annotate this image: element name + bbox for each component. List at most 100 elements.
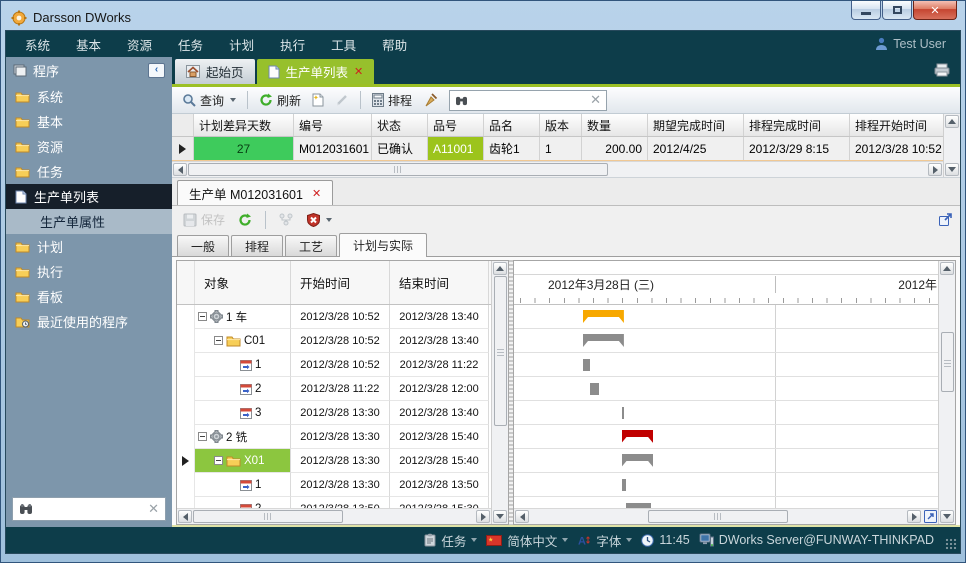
tree-row-5[interactable]: 2 铣2012/3/28 13:302012/3/28 15:40 (177, 425, 491, 449)
detail-toolbar-refresh-button[interactable] (234, 211, 256, 229)
expander-collapse-icon[interactable] (214, 336, 223, 345)
subtab-1[interactable]: 排程 (231, 235, 283, 256)
expander-collapse-icon[interactable] (198, 312, 207, 321)
grid-column-header-4[interactable]: 品名 (484, 114, 540, 136)
tree-object-cell[interactable]: 1 车 (195, 305, 291, 329)
expander-collapse-icon[interactable] (214, 456, 223, 465)
scroll-right-button[interactable] (907, 510, 921, 523)
grid-cell-5[interactable]: 1 (540, 137, 582, 160)
tab-0[interactable]: 起始页 (175, 59, 255, 84)
tree-row-7[interactable]: 12012/3/28 13:302012/3/28 13:50 (177, 473, 491, 497)
scroll-down-button[interactable] (945, 163, 959, 176)
detail-toolbar-branch-button[interactable] (275, 211, 298, 228)
tab-close-icon[interactable]: ✕ (354, 65, 363, 78)
grid-cell-1[interactable]: M012031601 (294, 137, 372, 160)
menu-item-4[interactable]: 计划 (216, 35, 267, 54)
grid-column-header-9[interactable]: 排程开始时间 (850, 114, 943, 136)
grid-cell-9[interactable]: 2012/3/28 10:52 (850, 137, 943, 160)
popout-icon[interactable] (938, 212, 953, 227)
tree-object-cell[interactable]: X01 (195, 449, 291, 473)
status-item-server[interactable]: DWorks Server@FUNWAY-THINKPAD (699, 533, 934, 547)
grid-cell-6[interactable]: 200.00 (582, 137, 648, 160)
close-button[interactable]: ✕ (913, 1, 957, 20)
toolbar-刷新-button[interactable]: 刷新 (255, 90, 305, 111)
tree-row-0[interactable]: 1 车2012/3/28 10:522012/3/28 13:40 (177, 305, 491, 329)
gantt-bar-2[interactable] (583, 359, 590, 371)
sidebar-collapse-button[interactable]: ‹ (148, 63, 165, 78)
tree-row-2[interactable]: 12012/3/28 10:522012/3/28 11:22 (177, 353, 491, 377)
menu-item-6[interactable]: 工具 (318, 35, 369, 54)
scroll-right-button[interactable] (476, 510, 490, 523)
expander-collapse-icon[interactable] (198, 432, 207, 441)
toolbar-new-doc-button[interactable]: ✦ (308, 91, 328, 109)
grid-column-header-8[interactable]: 排程完成时间 (744, 114, 850, 136)
sidebar-item-5[interactable]: 生产单属性 (6, 209, 172, 234)
scroll-thumb[interactable] (941, 332, 954, 392)
grid-column-header-0[interactable]: 计划差异天数 (194, 114, 294, 136)
status-item-flag[interactable]: ★简体中文 (486, 531, 568, 550)
detail-doc-tab[interactable]: 生产单 M012031601 ✕ (177, 180, 333, 205)
scroll-up-button[interactable] (493, 262, 507, 275)
grid-column-header-5[interactable]: 版本 (540, 114, 582, 136)
user-box[interactable]: Test User (875, 37, 954, 51)
gantt-bar-3[interactable] (590, 383, 599, 395)
sidebar-item-6[interactable]: 计划 (6, 234, 172, 259)
subtab-0[interactable]: 一般 (177, 235, 229, 256)
tree-column-header-2[interactable]: 结束时间 (390, 261, 489, 304)
grid-cell-7[interactable]: 2012/4/25 (648, 137, 744, 160)
status-item-clipboard[interactable]: 任务 (424, 531, 477, 550)
scroll-left-button[interactable] (515, 510, 529, 523)
gantt-popout-icon[interactable] (924, 510, 937, 523)
scroll-left-button[interactable] (173, 163, 187, 176)
menu-item-5[interactable]: 执行 (267, 35, 318, 54)
gantt-bar-4[interactable] (622, 407, 624, 419)
scroll-thumb[interactable] (193, 510, 343, 523)
printer-icon[interactable] (934, 63, 950, 77)
grid-column-header-1[interactable]: 编号 (294, 114, 372, 136)
detail-doc-tab-close-icon[interactable]: ✕ (312, 187, 321, 200)
sidebar-item-4[interactable]: 生产单列表 (6, 184, 172, 209)
toolbar-pencil-button[interactable] (331, 91, 353, 109)
scroll-up-button[interactable] (945, 115, 959, 128)
orders-grid-row[interactable]: 27M012031601已确认A11001齿轮11200.002012/4/25… (172, 137, 943, 161)
gantt-bar-6[interactable] (622, 454, 654, 467)
tree-row-8[interactable]: 22012/3/28 13:502012/3/28 15:30 (177, 497, 491, 508)
scroll-left-button[interactable] (178, 510, 192, 523)
tree-object-cell[interactable]: 2 铣 (195, 425, 291, 449)
grid-cell-8[interactable]: 2012/3/29 8:15 (744, 137, 850, 160)
sidebar-search-input[interactable] (39, 502, 142, 516)
grid-cell-0[interactable]: 27 (194, 137, 294, 160)
scroll-thumb[interactable] (188, 163, 608, 176)
menu-item-1[interactable]: 基本 (63, 35, 114, 54)
tree-object-cell[interactable]: 3 (195, 401, 291, 425)
tree-row-6[interactable]: X012012/3/28 13:302012/3/28 15:40 (177, 449, 491, 473)
scroll-right-button[interactable] (928, 163, 942, 176)
gantt-bar-1[interactable] (583, 334, 624, 347)
subtab-3[interactable]: 计划与实际 (339, 233, 427, 257)
sidebar-item-8[interactable]: 看板 (6, 284, 172, 309)
detail-toolbar-shield-button[interactable] (303, 211, 336, 229)
sidebar-item-1[interactable]: 基本 (6, 109, 172, 134)
tree-column-header-0[interactable]: 对象 (195, 261, 291, 304)
grid-column-header-7[interactable]: 期望完成时间 (648, 114, 744, 136)
resize-grip[interactable] (945, 538, 957, 550)
maximize-button[interactable] (882, 1, 912, 20)
status-item-clock[interactable]: 11:45 (641, 533, 689, 547)
tree-object-cell[interactable]: 1 (195, 473, 291, 497)
menu-item-7[interactable]: 帮助 (369, 35, 420, 54)
tree-row-1[interactable]: C012012/3/28 10:522012/3/28 13:40 (177, 329, 491, 353)
grid-cell-4[interactable]: 齿轮1 (484, 137, 540, 160)
sidebar-item-2[interactable]: 资源 (6, 134, 172, 159)
scroll-down-button[interactable] (940, 510, 954, 523)
grid-cell-3[interactable]: A11001 (428, 137, 484, 160)
menu-item-0[interactable]: 系统 (12, 35, 63, 54)
tree-object-cell[interactable]: 2 (195, 497, 291, 508)
toolbar-查询-button[interactable]: 查询 (178, 90, 240, 111)
sidebar-item-7[interactable]: 执行 (6, 259, 172, 284)
tree-object-cell[interactable]: 1 (195, 353, 291, 377)
tab-1[interactable]: 生产单列表✕ (257, 59, 375, 84)
toolbar-search-input[interactable] (473, 93, 585, 107)
toolbar-search-clear-icon[interactable]: ✕ (590, 92, 601, 108)
menu-item-3[interactable]: 任务 (165, 35, 216, 54)
grid-column-header-6[interactable]: 数量 (582, 114, 648, 136)
